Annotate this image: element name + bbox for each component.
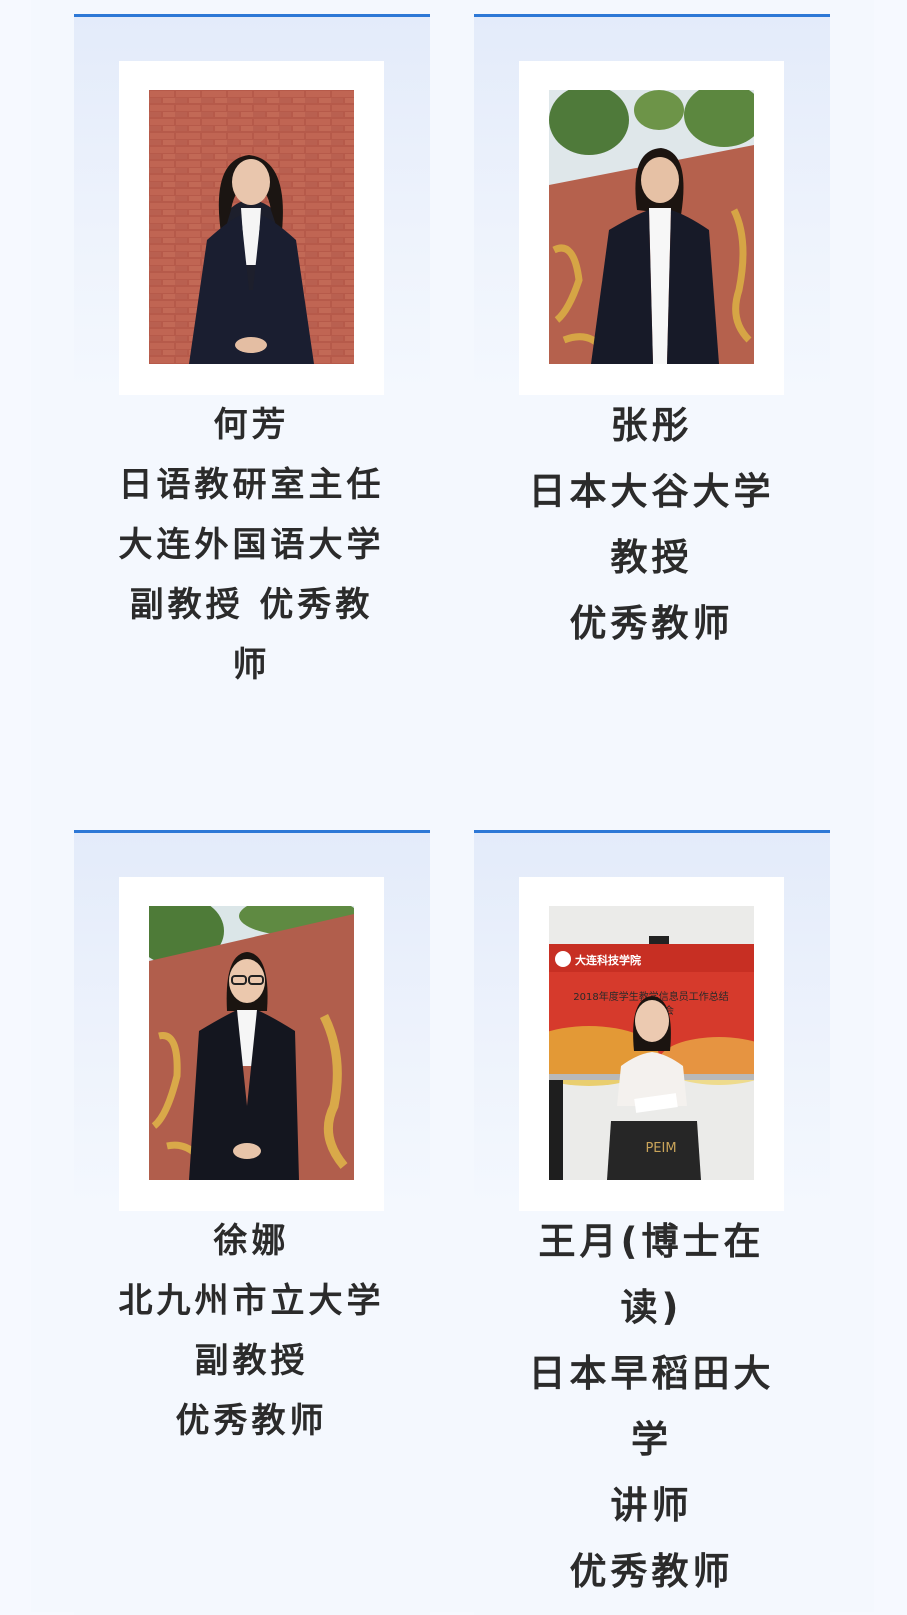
teacher-name: 徐娜 — [213, 1221, 290, 1261]
teacher-card: 大连科技学院 2018年度学生教学信息员工作总结 暨…会 PEIM 王月(博士在… — [474, 830, 830, 1615]
teacher-caption: 王月(博士在读) 日本早稻田大学 讲师 优秀教师 — [514, 1209, 789, 1605]
teacher-caption: 张彤 日本大谷大学 教授 优秀教师 — [514, 393, 789, 657]
teacher-card: 张彤 日本大谷大学 教授 优秀教师 — [474, 14, 830, 807]
teacher-name: 张彤 — [610, 404, 693, 447]
teacher-school: 日本早稻田大学 — [528, 1352, 775, 1461]
teacher-gallery: 何芳 日语教研室主任 大连外国语大学 副教授 优秀教师 张彤 日本大谷大学 教授… — [31, 0, 874, 1615]
teacher-photo: 大连科技学院 2018年度学生教学信息员工作总结 暨…会 PEIM — [549, 906, 754, 1180]
teacher-card: 何芳 日语教研室主任 大连外国语大学 副教授 优秀教师 — [74, 14, 430, 807]
photo-frame — [119, 61, 384, 395]
teacher-honor: 优秀教师 — [569, 1550, 734, 1593]
teacher-name: 何芳 — [213, 405, 290, 445]
teacher-rank: 讲师 — [610, 1484, 693, 1527]
teacher-school: 大连外国语大学 — [118, 525, 385, 565]
teacher-rank: 教授 — [610, 536, 693, 579]
college-logo-text: 大连科技学院 — [575, 953, 641, 967]
teacher-honor: 优秀教师 — [569, 602, 734, 645]
teacher-rank: 副教授 优秀教师 — [129, 585, 374, 685]
photo-frame — [119, 877, 384, 1211]
teacher-honor: 优秀教师 — [175, 1401, 328, 1441]
teacher-rank: 副教授 — [194, 1341, 309, 1381]
teacher-title: 日语教研室主任 — [118, 465, 385, 505]
photo-frame: 大连科技学院 2018年度学生教学信息员工作总结 暨…会 PEIM — [519, 877, 784, 1211]
photo-frame — [519, 61, 784, 395]
teacher-photo — [149, 906, 354, 1180]
teacher-school: 北九州市立大学 — [118, 1281, 385, 1321]
teacher-photo — [549, 90, 754, 364]
teacher-caption: 何芳 日语教研室主任 大连外国语大学 副教授 优秀教师 — [114, 395, 389, 695]
teacher-photo — [149, 90, 354, 364]
podium-logo: PEIM — [645, 1141, 676, 1156]
teacher-name: 王月(博士在读) — [538, 1220, 765, 1329]
teacher-caption: 徐娜 北九州市立大学 副教授 优秀教师 — [114, 1211, 389, 1451]
teacher-card: 徐娜 北九州市立大学 副教授 优秀教师 — [74, 830, 430, 1615]
teacher-school: 日本大谷大学 — [528, 470, 775, 513]
